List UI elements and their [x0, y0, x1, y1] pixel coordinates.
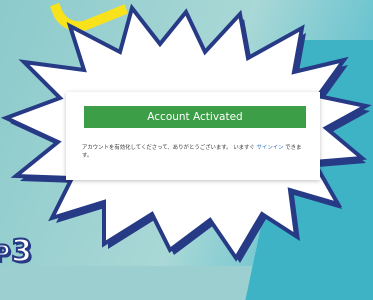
- activation-message: アカウントを有効化してくださって、ありがとうございます。 いますぐ サインイン …: [82, 144, 308, 160]
- sign-in-link[interactable]: サインイン: [257, 145, 284, 151]
- step-number: 3: [10, 233, 33, 270]
- activation-card: Account Activated アカウントを有効化してくださって、ありがとう…: [66, 92, 320, 180]
- step-prefix: P: [0, 241, 12, 268]
- message-text-before: アカウントを有効化してくださって、ありがとうございます。 いますぐ: [82, 145, 257, 151]
- account-activated-banner: Account Activated: [84, 106, 306, 128]
- banner-text: Account Activated: [147, 111, 243, 123]
- step-label: P3: [0, 233, 33, 270]
